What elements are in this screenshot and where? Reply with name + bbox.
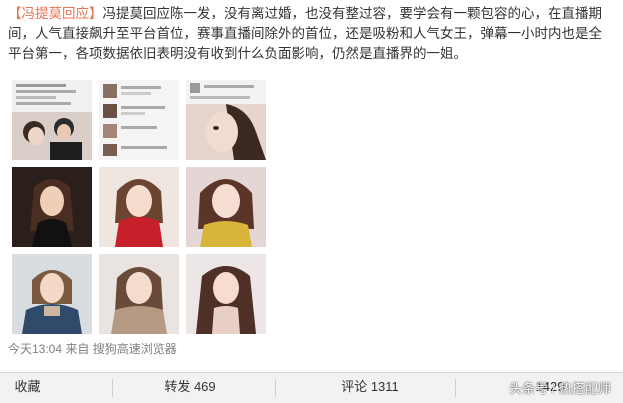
action-divider <box>455 379 456 397</box>
collect-button[interactable]: 收藏 <box>0 373 55 403</box>
topic-hashtag-link[interactable]: 【冯提莫回应】 <box>8 6 103 22</box>
photo-thumbnail[interactable] <box>99 254 179 334</box>
action-divider <box>275 379 276 397</box>
photo-thumbnail[interactable] <box>12 167 92 247</box>
post-source[interactable]: 来自 搜狗高速浏览器 <box>65 342 176 356</box>
watermark: 头条号 / 热搭配师 <box>509 381 611 396</box>
photo-thumbnail[interactable] <box>186 80 266 160</box>
photo-thumbnail[interactable] <box>99 167 179 247</box>
comment-button[interactable]: 评论 1311 <box>335 373 405 403</box>
post-meta: 今天13:04 来自 搜狗高速浏览器 <box>8 340 177 357</box>
photo-thumbnail[interactable] <box>186 167 266 247</box>
photo-grid <box>12 80 266 334</box>
photo-thumbnail[interactable] <box>186 254 266 334</box>
post-text: 【冯提莫回应】冯提莫回应陈一发，没有离过婚，也没有整过容，要学会有一颗包容的心，… <box>8 4 614 64</box>
action-divider <box>112 379 113 397</box>
photo-thumbnail[interactable] <box>12 80 92 160</box>
repost-button[interactable]: 转发 469 <box>160 373 220 403</box>
post-timestamp[interactable]: 今天13:04 <box>8 342 62 356</box>
photo-thumbnail[interactable] <box>99 80 179 160</box>
photo-thumbnail[interactable] <box>12 254 92 334</box>
